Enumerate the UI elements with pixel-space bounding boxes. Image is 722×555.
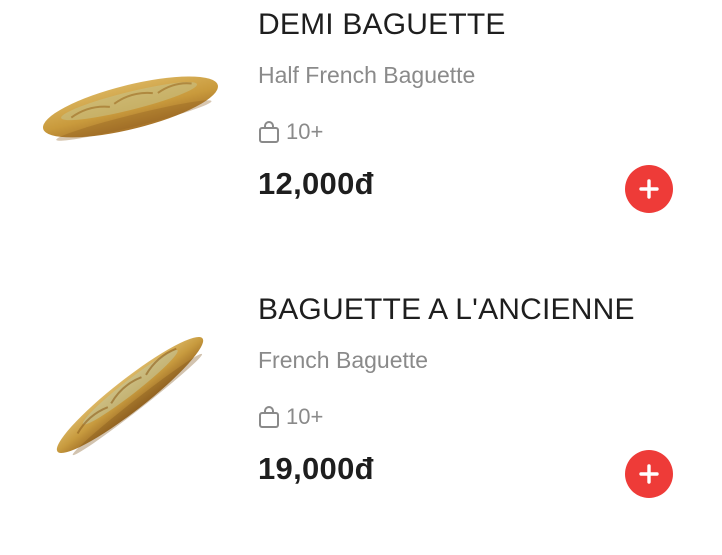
product-name: DEMI BAGUETTE xyxy=(258,8,506,41)
product-card-baguette-a-lancienne[interactable]: BAGUETTE A L'ANCIENNE French Baguette 10… xyxy=(0,285,722,555)
product-price: 19,000đ xyxy=(258,451,374,486)
shopping-bag-icon xyxy=(259,406,279,428)
plus-icon xyxy=(639,179,659,199)
product-image-demi-baguette[interactable] xyxy=(30,45,230,195)
plus-icon xyxy=(639,464,659,484)
product-name: BAGUETTE A L'ANCIENNE xyxy=(258,293,635,326)
product-card-demi-baguette[interactable]: DEMI BAGUETTE Half French Baguette 10+ 1… xyxy=(0,0,722,270)
product-image-baguette-a-lancienne[interactable] xyxy=(30,315,230,465)
stock-count: 10+ xyxy=(286,119,324,144)
product-price: 12,000đ xyxy=(258,166,374,201)
product-subtitle: Half French Baguette xyxy=(258,62,476,88)
add-to-cart-button[interactable] xyxy=(625,450,673,498)
product-subtitle: French Baguette xyxy=(258,347,429,373)
stock-indicator: 10+ xyxy=(258,117,323,147)
shopping-bag-icon xyxy=(259,121,279,143)
stock-indicator: 10+ xyxy=(258,402,323,432)
add-to-cart-button[interactable] xyxy=(625,165,673,213)
stock-count: 10+ xyxy=(286,404,324,429)
